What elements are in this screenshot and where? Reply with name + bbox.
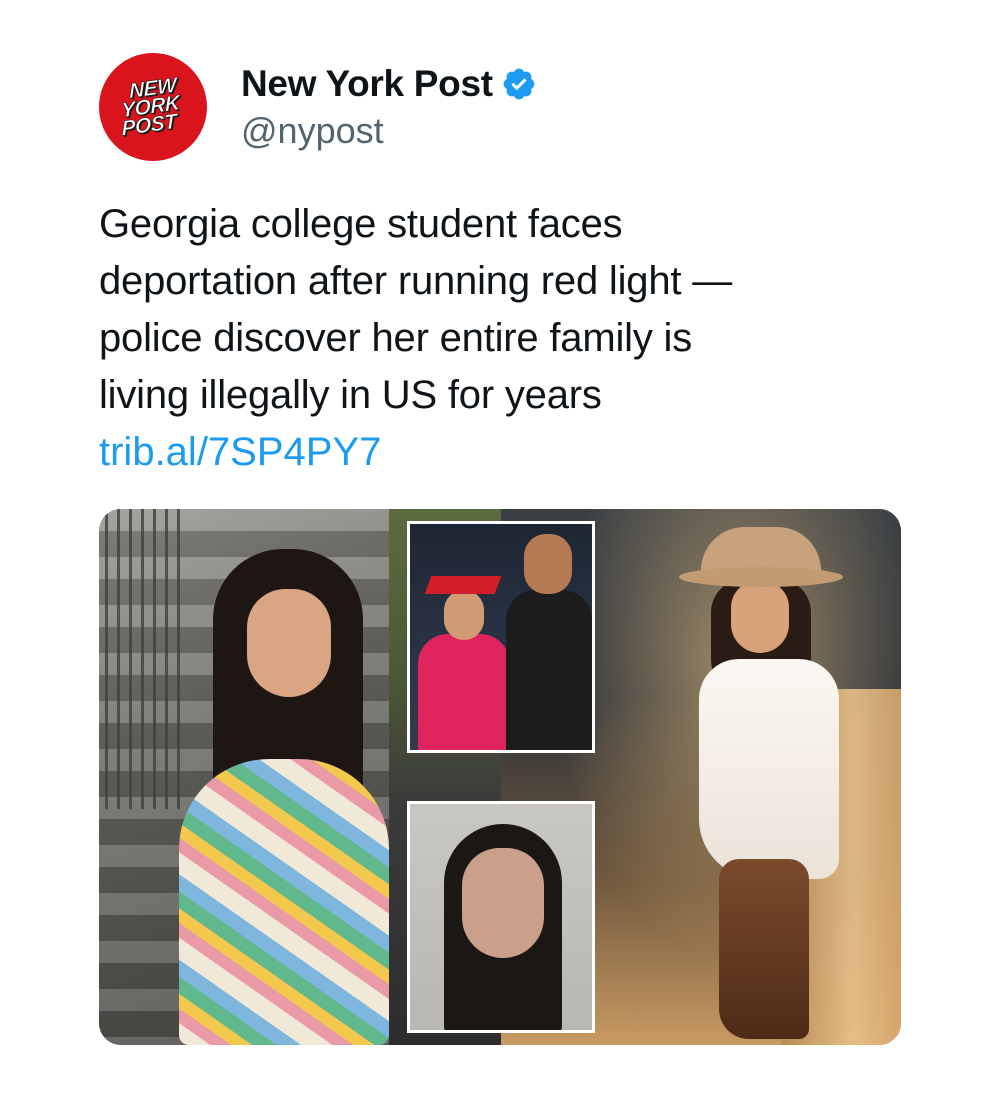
tweet-text: Georgia college student faces deportatio… (99, 196, 899, 424)
author-handle[interactable]: @nypost (241, 110, 384, 152)
tweet-text-line-2: deportation after running red light — (99, 259, 732, 303)
face-shape (444, 590, 484, 640)
verified-badge-icon (501, 66, 537, 102)
author-avatar[interactable]: NEW YORK POST (99, 53, 207, 161)
photo-graduation-with-father (407, 521, 595, 753)
tweet-text-line-3: police discover her entire family is (99, 316, 693, 360)
father-figure (506, 534, 592, 750)
boots-shape (719, 859, 809, 1039)
gown-shape (418, 634, 510, 750)
tweet-link[interactable]: trib.al/7SP4PY7 (99, 424, 381, 481)
photo-student-on-steps (99, 509, 411, 1045)
grad-cap-shape (424, 576, 502, 594)
tweet-text-line-4: living illegally in US for years (99, 373, 602, 417)
hat-brim-shape (679, 567, 843, 587)
dress-shape (699, 659, 839, 879)
author-name-row: New York Post (241, 62, 537, 106)
photo-mugshot (407, 801, 595, 1033)
face-shape (524, 534, 572, 594)
nypost-logo: NEW YORK POST (120, 73, 180, 141)
student-figure-right (659, 519, 879, 1039)
tweet-text-line-1: Georgia college student faces (99, 202, 623, 246)
dress-shape (179, 759, 389, 1045)
face-shape (731, 581, 789, 653)
shirt-shape (506, 590, 592, 750)
face-shape (462, 848, 544, 958)
tweet-media[interactable] (99, 509, 901, 1045)
author-display-name[interactable]: New York Post (241, 63, 493, 105)
face-shape (247, 589, 331, 697)
logo-line-3: POST (120, 109, 177, 141)
student-figure-left (169, 549, 399, 1045)
